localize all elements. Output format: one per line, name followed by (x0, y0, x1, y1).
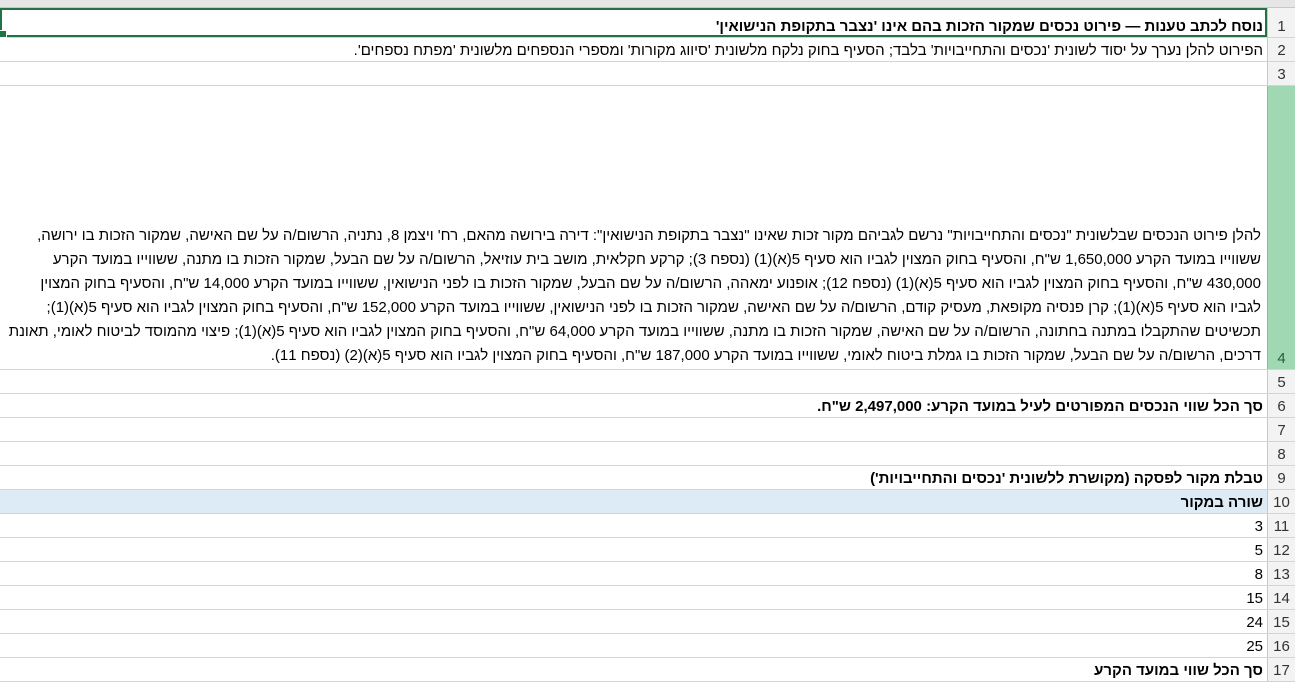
cell-a6[interactable]: סך הכל שווי הנכסים המפורטים לעיל במועד ה… (0, 394, 1267, 417)
sheet-row-11: 3 11 (0, 514, 1295, 538)
sheet-row-5: 5 (0, 370, 1295, 394)
cell-a4-text: להלן פירוט הנכסים שבלשונית "נכסים והתחיי… (8, 227, 1261, 364)
row-header-14[interactable]: 14 (1267, 586, 1295, 609)
column-header-strip (0, 0, 1295, 8)
sheet-row-16: 25 16 (0, 634, 1295, 658)
cell-a5[interactable] (0, 370, 1267, 393)
row-header-3[interactable]: 3 (1267, 62, 1295, 85)
sheet-row-10: שורה במקור 10 (0, 490, 1295, 514)
sheet-row-12: 5 12 (0, 538, 1295, 562)
row-header-8[interactable]: 8 (1267, 442, 1295, 465)
cell-a4[interactable]: להלן פירוט הנכסים שבלשונית "נכסים והתחיי… (0, 86, 1267, 369)
row-header-5[interactable]: 5 (1267, 370, 1295, 393)
cell-a9[interactable]: טבלת מקור לפסקה (מקושרת ללשונית 'נכסים ו… (0, 466, 1267, 489)
cell-a13[interactable]: 8 (0, 562, 1267, 585)
cell-a15[interactable]: 24 (0, 610, 1267, 633)
sheet-row-4: להלן פירוט הנכסים שבלשונית "נכסים והתחיי… (0, 86, 1295, 370)
row-header-6[interactable]: 6 (1267, 394, 1295, 417)
cell-a11[interactable]: 3 (0, 514, 1267, 537)
cell-a7[interactable] (0, 418, 1267, 441)
cell-a14[interactable]: 15 (0, 586, 1267, 609)
sheet-row-1: נוסח לכתב טענות — פירוט נכסים שמקור הזכו… (0, 8, 1295, 38)
row-header-2[interactable]: 2 (1267, 38, 1295, 61)
row-header-15[interactable]: 15 (1267, 610, 1295, 633)
row-header-9[interactable]: 9 (1267, 466, 1295, 489)
cell-a2[interactable]: הפירוט להלן נערך על יסוד לשונית 'נכסים ו… (0, 38, 1267, 61)
row-header-1[interactable]: 1 (1267, 8, 1295, 37)
row-header-11[interactable]: 11 (1267, 514, 1295, 537)
row-header-4[interactable]: 4 (1267, 86, 1295, 369)
cell-a17[interactable]: סך הכל שווי במועד הקרע (0, 658, 1267, 681)
row-header-16[interactable]: 16 (1267, 634, 1295, 657)
row-header-10[interactable]: 10 (1267, 490, 1295, 513)
cell-a12[interactable]: 5 (0, 538, 1267, 561)
sheet-row-8: 8 (0, 442, 1295, 466)
sheet-row-2: הפירוט להלן נערך על יסוד לשונית 'נכסים ו… (0, 38, 1295, 62)
cell-a1[interactable]: נוסח לכתב טענות — פירוט נכסים שמקור הזכו… (0, 8, 1267, 37)
sheet-row-3: 3 (0, 62, 1295, 86)
sheet-row-15: 24 15 (0, 610, 1295, 634)
sheet-row-13: 8 13 (0, 562, 1295, 586)
row-header-13[interactable]: 13 (1267, 562, 1295, 585)
cell-a3[interactable] (0, 62, 1267, 85)
cell-a16[interactable]: 25 (0, 634, 1267, 657)
row-header-7[interactable]: 7 (1267, 418, 1295, 441)
row-header-12[interactable]: 12 (1267, 538, 1295, 561)
sheet-row-14: 15 14 (0, 586, 1295, 610)
cell-a8[interactable] (0, 442, 1267, 465)
sheet-row-7: 7 (0, 418, 1295, 442)
cell-a10-table-header[interactable]: שורה במקור (0, 490, 1267, 513)
sheet-row-6: סך הכל שווי הנכסים המפורטים לעיל במועד ה… (0, 394, 1295, 418)
sheet-row-9: טבלת מקור לפסקה (מקושרת ללשונית 'נכסים ו… (0, 466, 1295, 490)
sheet-row-17: סך הכל שווי במועד הקרע 17 (0, 658, 1295, 682)
row-header-17[interactable]: 17 (1267, 658, 1295, 681)
